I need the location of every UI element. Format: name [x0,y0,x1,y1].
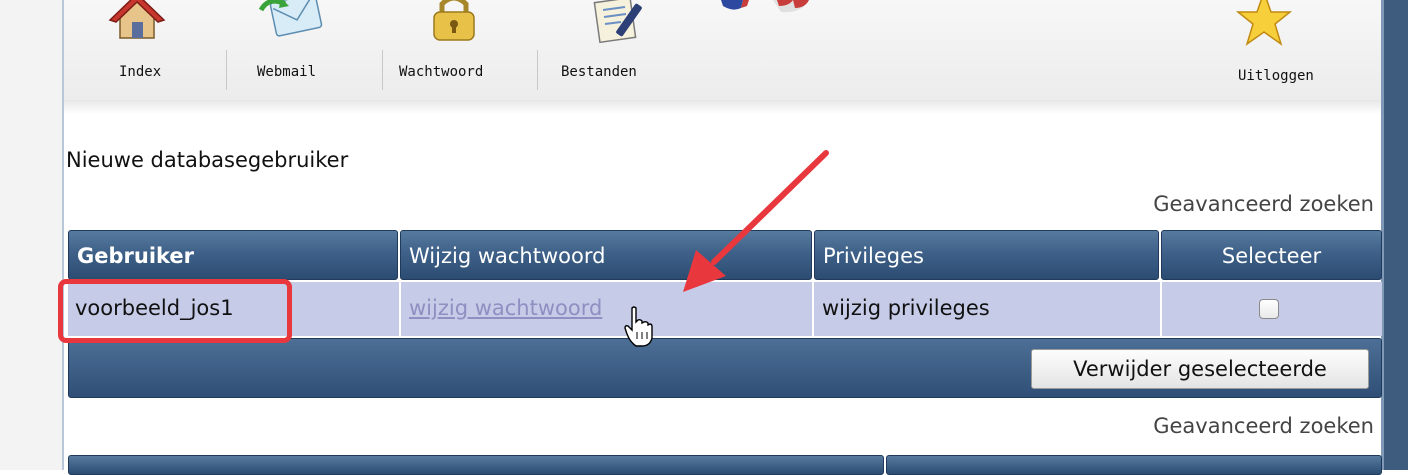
hand-cursor-icon [624,306,653,347]
arrow-icon [683,150,829,292]
annotation-overlay [624,150,829,347]
